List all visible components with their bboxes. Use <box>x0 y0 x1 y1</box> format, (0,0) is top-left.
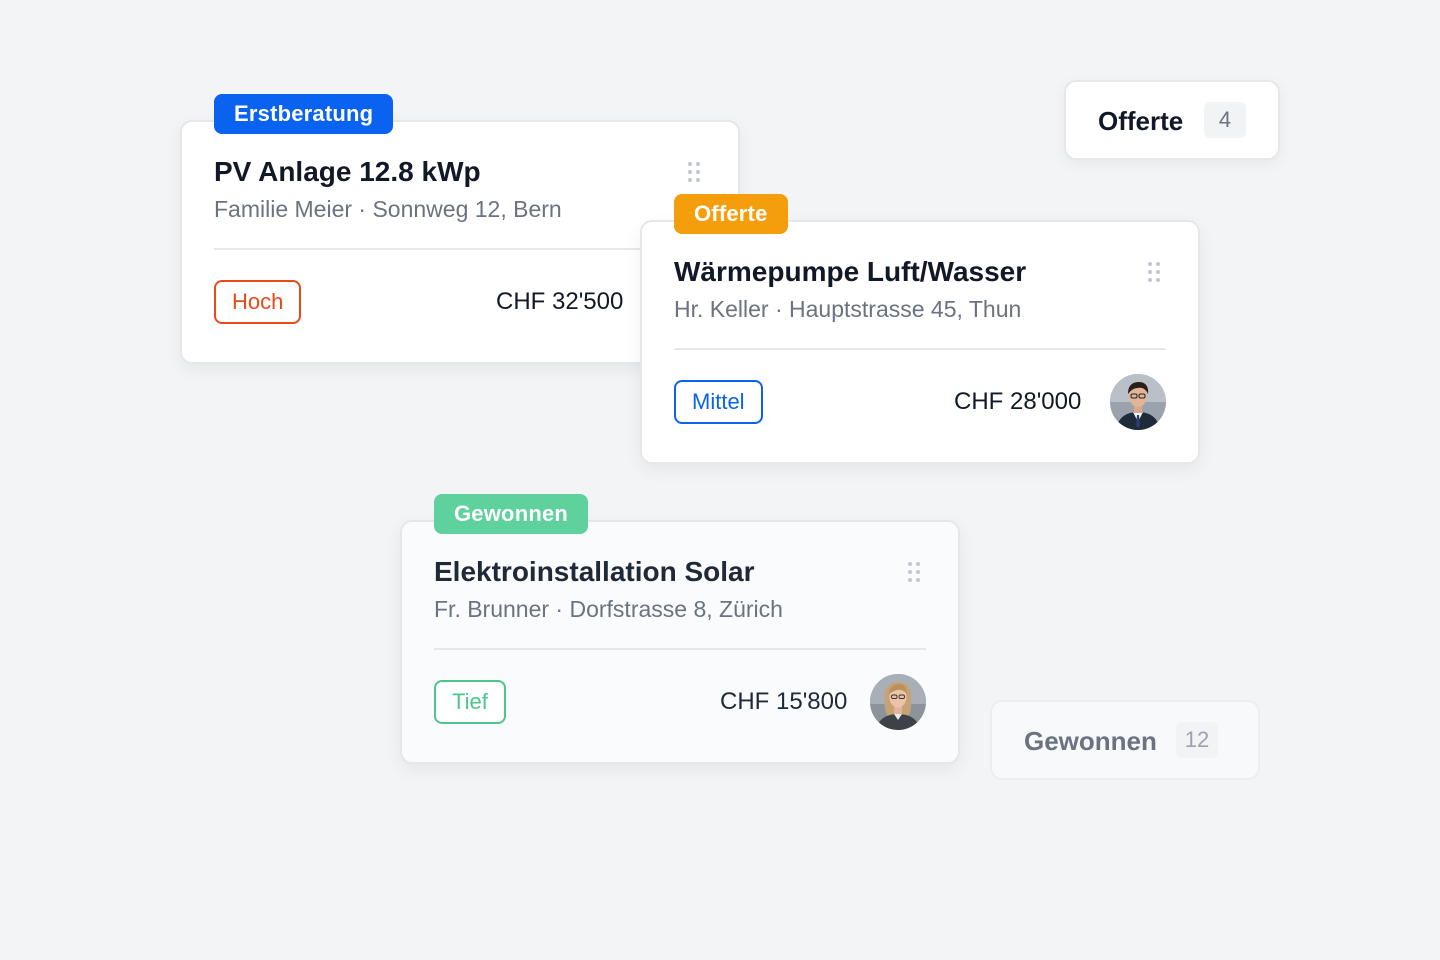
priority-tag: Mittel <box>674 380 763 424</box>
drag-handle-icon[interactable] <box>688 162 700 182</box>
deal-card-elektroinstallation[interactable]: Gewonnen Elektroinstallation Solar Fr. B… <box>400 494 960 764</box>
woman-avatar[interactable] <box>870 674 926 730</box>
column-header-gewonnen[interactable]: Gewonnen 12 <box>990 700 1260 780</box>
card-subtitle: Familie Meier · Sonnweg 12, Bern <box>214 196 562 222</box>
priority-tag: Hoch <box>214 280 302 324</box>
column-count-badge: 4 <box>1204 102 1246 138</box>
deal-price: CHF 28'000 <box>954 388 1082 415</box>
deal-card-waermepumpe[interactable]: Offerte Wärmepumpe Luft/Wasser Hr. Kelle… <box>640 194 1200 464</box>
card-subtitle: Fr. Brunner · Dorfstrasse 8, Zürich <box>434 596 783 622</box>
card-title: PV Anlage 12.8 kWp <box>214 156 481 187</box>
column-count-badge: 12 <box>1176 722 1218 758</box>
pipeline-canvas: Offerte 4 Gewonnen 12 Erstberatung PV An… <box>0 0 1440 960</box>
stage-badge: Erstberatung <box>214 94 394 134</box>
drag-handle-icon[interactable] <box>908 562 920 582</box>
card-divider <box>434 648 926 650</box>
deal-price: CHF 15'800 <box>720 688 848 715</box>
column-title: Offerte <box>1098 106 1184 136</box>
column-header-offerte[interactable]: Offerte 4 <box>1064 80 1280 160</box>
card-title: Elektroinstallation Solar <box>434 556 755 587</box>
stage-badge: Gewonnen <box>434 494 589 534</box>
drag-handle-icon[interactable] <box>1148 262 1160 282</box>
card-subtitle: Hr. Keller · Hauptstrasse 45, Thun <box>674 296 1022 322</box>
man-avatar[interactable] <box>1110 374 1166 430</box>
card-title: Wärmepumpe Luft/Wasser <box>674 256 1027 287</box>
card-divider <box>674 348 1166 350</box>
card-divider <box>214 248 706 250</box>
stage-badge: Offerte <box>674 194 788 234</box>
column-title: Gewonnen <box>1024 726 1157 756</box>
priority-tag: Tief <box>434 680 506 724</box>
deal-price: CHF 32'500 <box>496 288 624 315</box>
